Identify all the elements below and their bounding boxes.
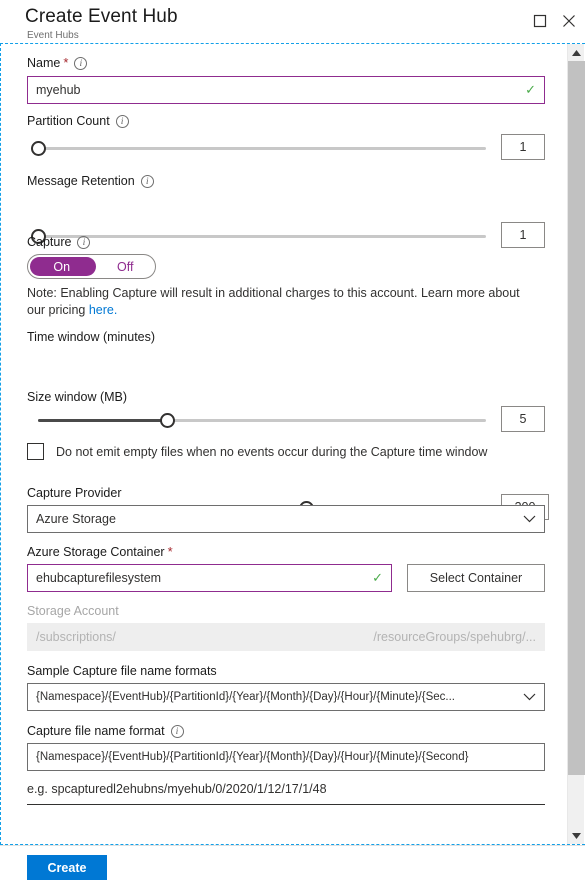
partition-count-slider-thumb[interactable] [31,141,46,156]
storage-account-input: /subscriptions/ /resourceGroups/spehubrg… [27,623,545,651]
page-title: Create Event Hub [25,6,178,27]
checkmark-icon: ✓ [525,82,536,97]
partition-count-slider-row: 1 [27,134,545,162]
close-icon[interactable] [558,10,580,32]
scroll-down-arrow-icon[interactable] [568,827,585,844]
time-window-label: Time window (minutes) [27,329,155,345]
scroll-up-arrow-icon[interactable] [568,44,585,61]
message-retention-value[interactable]: 1 [501,222,545,248]
capture-note: Note: Enabling Capture will result in ad… [27,285,532,319]
partition-count-value[interactable]: 1 [501,134,545,160]
file-name-format-example: e.g. spcapturedl2ehubns/myehub/0/2020/1/… [27,782,327,796]
partition-count-slider-track[interactable] [38,147,486,150]
capture-label: Capture i [27,234,91,250]
file-name-format-label-text: Capture file name format [27,724,165,738]
capture-provider-label: Capture Provider [27,485,122,501]
storage-container-required-marker: * [167,544,173,559]
message-retention-slider-row: 1 [27,222,545,250]
file-name-format-label: Capture file name format i [27,723,184,739]
name-input-value: myehub [36,83,81,97]
storage-account-value-right: /resourceGroups/spehubrg/... [373,630,536,644]
info-icon[interactable]: i [74,56,88,70]
capture-provider-label-text: Capture Provider [27,486,122,500]
storage-container-input[interactable]: ehubcapturefilesystem ✓ [27,564,392,592]
file-name-format-value: {Namespace}/{EventHub}/{PartitionId}/{Ye… [36,751,469,763]
page-subtitle: Event Hubs [27,30,79,41]
message-retention-label-text: Message Retention [27,174,135,188]
section-divider [27,804,545,805]
chevron-down-icon [523,690,536,704]
storage-container-value: ehubcapturefilesystem [36,571,162,585]
message-retention-label: Message Retention i [27,173,154,189]
capture-toggle[interactable]: On Off [27,254,156,279]
skip-empty-files-row[interactable]: Do not emit empty files when no events o… [27,443,487,460]
checkmark-icon: ✓ [372,570,383,585]
time-window-slider-thumb[interactable] [160,413,175,428]
pricing-link[interactable]: here. [89,303,118,317]
skip-empty-files-checkbox[interactable] [27,443,44,460]
size-window-label-text: Size window (MB) [27,390,128,404]
capture-provider-value: Azure Storage [36,512,116,526]
storage-account-label: Storage Account [27,603,119,619]
blade-title-bar: Create Event Hub Event Hubs [0,0,585,43]
blade-footer: Create [0,845,585,888]
info-icon[interactable]: i [170,724,184,738]
sample-formats-dropdown[interactable]: {Namespace}/{EventHub}/{PartitionId}/{Ye… [27,683,545,711]
maximize-icon[interactable] [529,10,551,32]
capture-label-text: Capture [27,235,72,249]
form-scroll-region: Name * i myehub ✓ Partition Count i 1 Me… [1,44,565,844]
capture-provider-dropdown[interactable]: Azure Storage [27,505,545,533]
time-window-label-text: Time window (minutes) [27,330,156,344]
name-field-group: Name * i [27,55,88,71]
sample-formats-value: {Namespace}/{EventHub}/{PartitionId}/{Ye… [36,691,455,703]
scrollbar-thumb[interactable] [568,61,585,775]
storage-account-value-left: /subscriptions/ [36,630,116,644]
blade-content: Name * i myehub ✓ Partition Count i 1 Me… [0,43,585,845]
file-name-format-input[interactable]: {Namespace}/{EventHub}/{PartitionId}/{Ye… [27,743,545,771]
name-label-text: Name [27,56,61,70]
partition-count-label: Partition Count i [27,113,129,129]
create-button[interactable]: Create [27,855,107,880]
time-window-value[interactable]: 5 [501,406,545,432]
name-label: Name * i [27,55,88,71]
storage-account-label-text: Storage Account [27,604,119,618]
message-retention-slider-track[interactable] [38,235,486,238]
time-window-slider-row: 5 [27,406,545,434]
sample-formats-label: Sample Capture file name formats [27,663,217,679]
info-icon[interactable]: i [140,174,154,188]
name-input[interactable]: myehub ✓ [27,76,545,104]
select-container-button[interactable]: Select Container [407,564,545,592]
partition-count-label-text: Partition Count [27,114,110,128]
capture-toggle-off-label[interactable]: Off [95,260,155,274]
info-icon[interactable]: i [77,235,91,249]
name-required-marker: * [63,55,69,70]
skip-empty-files-label: Do not emit empty files when no events o… [56,444,488,459]
size-window-label: Size window (MB) [27,389,127,405]
vertical-scrollbar[interactable] [567,44,585,844]
info-icon[interactable]: i [115,114,129,128]
storage-container-label-text: Azure Storage Container [27,545,165,559]
time-window-slider-fill [38,419,167,422]
storage-container-label: Azure Storage Container * [27,544,173,560]
sample-formats-label-text: Sample Capture file name formats [27,664,217,678]
create-event-hub-blade: Create Event Hub Event Hubs Name * i mye… [0,0,585,888]
capture-toggle-on-label[interactable]: On [28,260,95,274]
chevron-down-icon [523,512,536,526]
